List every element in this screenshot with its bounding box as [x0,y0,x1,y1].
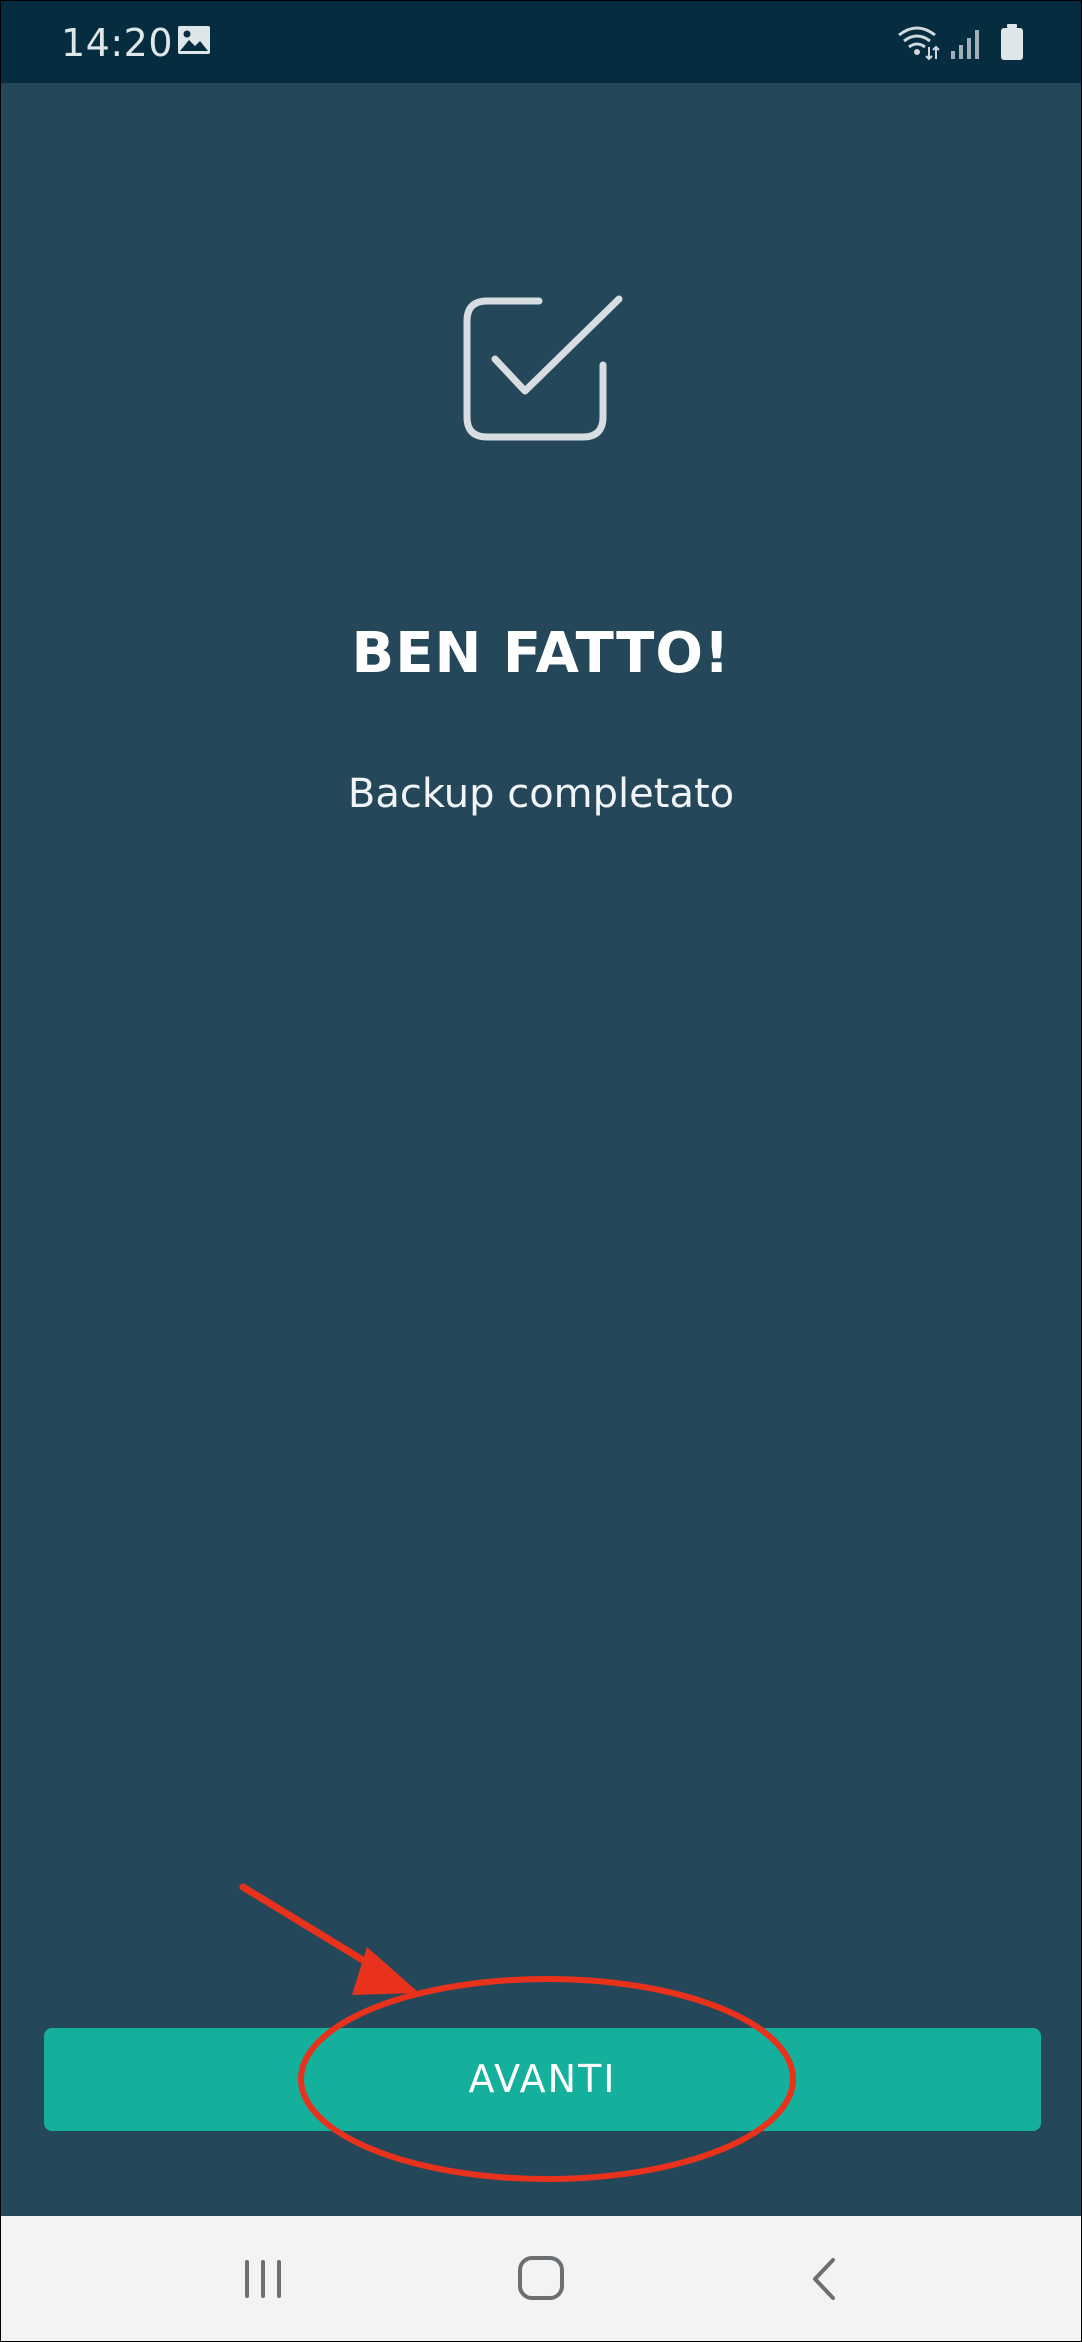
status-time: 14:20 [61,21,174,65]
back-icon[interactable] [805,2254,845,2304]
status-bar: 14:20 [1,1,1081,83]
page-title: BEN FATTO! [351,621,731,686]
signal-icon [951,30,979,59]
app-screen: 14:20 BEN FATTO! Backup completato AVANT… [0,0,1082,2342]
next-button[interactable]: AVANTI [44,2028,1041,2131]
navigation-bar [1,2216,1081,2341]
page-subtitle: Backup completato [347,771,735,817]
image-icon [178,26,210,54]
home-icon[interactable] [516,2254,568,2304]
recent-apps-icon[interactable] [241,2258,285,2300]
arrow-icon [239,1883,419,1995]
next-button-label: AVANTI [468,2057,617,2101]
wifi-icon [898,26,940,61]
checkbox-checked-icon [463,295,623,441]
battery-icon [1001,24,1023,60]
